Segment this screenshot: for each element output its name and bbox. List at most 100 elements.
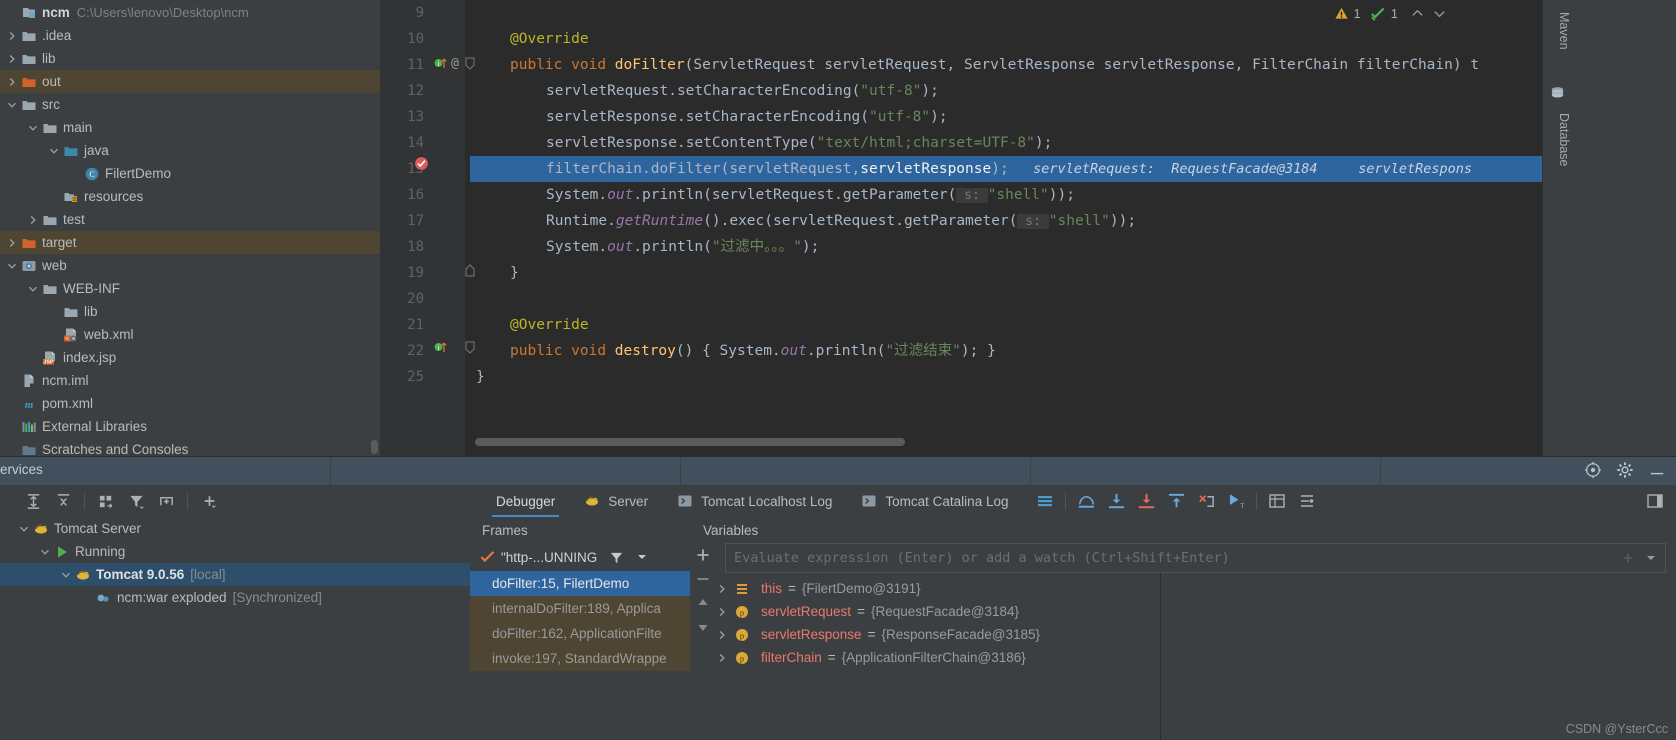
override-gutter-icon-2[interactable]: i [434,340,448,354]
frame-item[interactable]: invoke:197, StandardWrappe [470,646,690,671]
add-icon[interactable] [194,488,224,514]
debug-tool-buttons[interactable]: T [1030,488,1322,514]
gear-icon[interactable] [1616,461,1634,479]
services-item-tomcat-server[interactable]: Tomcat Server [0,517,470,540]
code-line-17[interactable]: Runtime.getRuntime().exec(servletRequest… [546,208,1136,234]
code-line-13[interactable]: servletResponse.setCharacterEncoding("ut… [546,104,948,130]
filter-icon[interactable] [121,488,151,514]
project-tool-window[interactable]: ncm C:\Users\lenovo\Desktop\ncm .idea lib… [0,0,380,456]
move-up-icon[interactable] [691,591,715,615]
tree-item-web-xml[interactable]: < web.xml [0,323,380,346]
chevron-down-icon[interactable] [636,551,648,563]
remove-watch-icon[interactable] [691,567,715,591]
move-down-icon[interactable] [691,615,715,639]
chevron-right-icon[interactable] [4,51,20,67]
code-line-12[interactable]: servletRequest.setCharacterEncoding("utf… [546,78,939,104]
variables-panel[interactable]: Variables Evaluate expression (Enter) or… [691,517,1676,740]
tree-item-pom-xml[interactable]: m pom.xml [0,392,380,415]
chevron-right-icon[interactable] [4,28,20,44]
code-line-10[interactable]: @Override [510,26,589,52]
variable-row[interactable]: p servletResponse = {ResponseFacade@3185} [691,623,1676,646]
layout-icon[interactable] [1030,488,1060,514]
collapse-all-icon[interactable] [48,488,78,514]
variables-side-buttons[interactable] [691,543,717,639]
evaluate-expression-input[interactable]: Evaluate expression (Enter) or add a wat… [725,543,1666,573]
tree-item-filertdemo[interactable]: C FilertDemo [0,162,380,185]
tree-item-target[interactable]: target [0,231,380,254]
evaluate-icon[interactable] [1262,488,1292,514]
inspections-widget[interactable]: 1 1 [1334,6,1446,21]
minimize-icon[interactable] [1648,461,1666,479]
settings-target-icon[interactable] [1584,461,1602,479]
frame-item[interactable]: doFilter:162, ApplicationFilte [470,621,690,646]
override-gutter-icon[interactable]: i [434,56,448,70]
code-line-18[interactable]: System.out.println("过滤中。。。"); [546,234,819,260]
tree-item-lib[interactable]: lib [0,300,380,323]
code-line-25[interactable]: } [476,364,485,390]
scrollbar-thumb[interactable] [475,438,905,446]
tree-item-scratches-and-consoles[interactable]: Scratches and Consoles [0,438,380,456]
add-watch-icon[interactable] [691,543,715,567]
tree-item-main[interactable]: main [0,116,380,139]
tree-item-ncm-iml[interactable]: ncm.iml [0,369,380,392]
chevron-right-icon[interactable] [717,653,727,663]
step-over-icon[interactable] [1071,488,1101,514]
services-header-actions[interactable] [1584,461,1666,479]
code-line-16[interactable]: System.out.println(servletRequest.getPar… [546,182,1075,208]
chevron-down-icon[interactable] [46,143,62,159]
services-item-ncm-war-exploded[interactable]: ncm:war exploded [Synchronized] [0,586,470,609]
tree-item-external-libraries[interactable]: External Libraries [0,415,380,438]
debug-tab-tomcat-localhost-log[interactable]: Tomcat Localhost Log [662,485,846,517]
chevron-down-icon[interactable] [4,258,20,274]
tree-item-web-inf[interactable]: WEB-INF [0,277,380,300]
services-item-running[interactable]: Running [0,540,470,563]
chevron-right-icon[interactable] [717,630,727,640]
force-step-into-icon[interactable] [1131,488,1161,514]
debug-panel[interactable]: Debugger Server Tomcat Localhost Log Tomcat… [470,485,1676,740]
frames-panel[interactable]: Frames "http-...UNNING doFilter:15, File… [470,517,690,740]
chevron-right-icon[interactable] [25,212,41,228]
tree-item-index-jsp[interactable]: JSP index.jsp [0,346,380,369]
variable-row[interactable]: p servletRequest = {RequestFacade@3184} [691,600,1676,623]
tree-item-out[interactable]: out [0,70,380,93]
tree-item-lib[interactable]: lib [0,47,380,70]
tab-database[interactable]: Database [1543,104,1571,176]
prev-problem-icon[interactable] [1411,7,1424,20]
add-tab-icon[interactable] [151,488,181,514]
chevron-down-icon[interactable] [4,97,20,113]
run-to-cursor-icon[interactable]: T [1221,488,1251,514]
editor-horizontal-scrollbar[interactable] [475,438,1540,446]
project-tree-scrollbar[interactable] [371,440,378,454]
tree-item-src[interactable]: src [0,93,380,116]
tree-item-web[interactable]: web [0,254,380,277]
chevron-down-icon[interactable] [16,521,32,537]
tree-item-test[interactable]: test [0,208,380,231]
breakpoint-icon[interactable] [414,156,429,171]
tree-item-java[interactable]: java [0,139,380,162]
settings-icon[interactable] [1292,488,1322,514]
drop-frame-icon[interactable] [1191,488,1221,514]
frame-item[interactable]: doFilter:15, FilertDemo [470,571,690,596]
chevron-right-icon[interactable] [717,607,727,617]
chevron-right-icon[interactable] [717,584,727,594]
add-to-watches-icon[interactable] [1621,551,1635,565]
variable-row[interactable]: this = {FilertDemo@3191} [691,577,1676,600]
filter-icon[interactable] [609,550,624,565]
chevron-down-icon[interactable] [37,544,53,560]
chevron-down-icon[interactable] [25,281,41,297]
code-line-11[interactable]: public void doFilter(ServletRequest serv… [510,52,1479,78]
group-icon[interactable] [91,488,121,514]
chevron-down-icon[interactable] [25,120,41,136]
services-item-tomcat-9-0-56[interactable]: Tomcat 9.0.56 [local] [0,563,470,586]
code-line-19[interactable]: } [510,260,519,286]
thread-selector[interactable]: "http-...UNNING [470,543,690,571]
debug-tab-server[interactable]: Server [569,485,662,517]
tree-item-project-root[interactable]: ncm C:\Users\lenovo\Desktop\ncm [0,0,380,24]
debug-tab-bar[interactable]: Debugger Server Tomcat Localhost Log Tomcat… [470,485,1676,517]
history-chevron-icon[interactable] [1645,552,1657,564]
frame-item[interactable]: internalDoFilter:189, Applica [470,596,690,621]
expand-all-icon[interactable] [18,488,48,514]
code-line-14[interactable]: servletResponse.setContentType("text/htm… [546,130,1052,156]
right-tool-strip[interactable]: Maven Database [1542,0,1571,456]
code-line-21[interactable]: @Override [510,312,589,338]
